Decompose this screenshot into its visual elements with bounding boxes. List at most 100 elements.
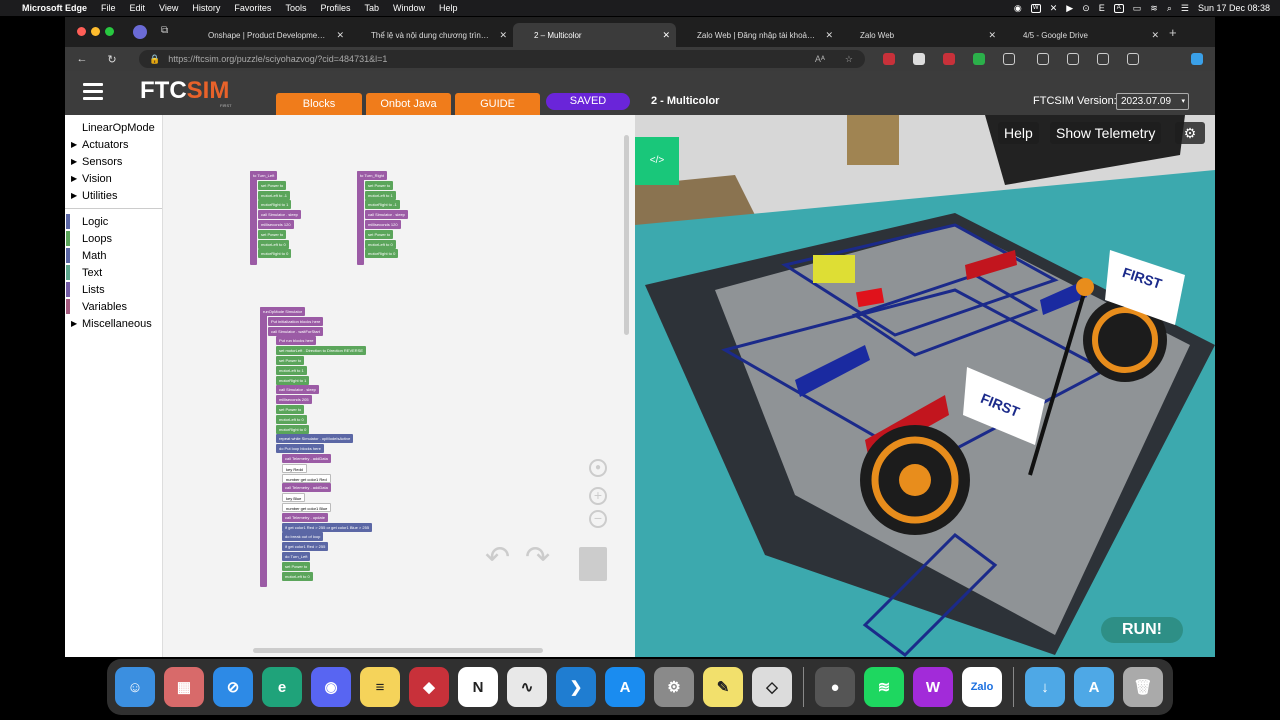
toolbox-category-actuators[interactable]: ▶ Actuators xyxy=(65,136,162,153)
workspace-hscrollbar[interactable] xyxy=(253,648,543,653)
roblox-icon[interactable]: ◇ xyxy=(752,667,792,707)
edge-icon[interactable]: e xyxy=(262,667,302,707)
app-w-icon[interactable]: W xyxy=(913,667,953,707)
discord-icon[interactable]: ◉ xyxy=(311,667,351,707)
toolbox-category-math[interactable]: Math xyxy=(65,247,162,264)
trash-icon[interactable]: 🗑 xyxy=(1123,667,1163,707)
code-block[interactable]: to Turn_Right xyxy=(357,171,388,180)
code-block[interactable]: Put initialization blocks here xyxy=(268,316,324,326)
code-block[interactable]: if get color1 Red > 255 xyxy=(282,542,329,552)
code-block[interactable]: do Put loop blocks here xyxy=(276,444,324,454)
search-icon[interactable]: ⌕ xyxy=(1167,3,1172,14)
settings-icon[interactable]: ⚙ xyxy=(654,667,694,707)
help-button[interactable]: Help xyxy=(998,122,1039,144)
tab-zalo-login[interactable]: Zalo Web | Đăng nhập tài khoả… ✕ xyxy=(676,23,839,47)
back-icon[interactable]: ← xyxy=(71,53,93,65)
code-block[interactable]: motorLeft to 0 xyxy=(276,414,307,424)
pdf-icon[interactable]: ◆ xyxy=(409,667,449,707)
apps-folder-icon[interactable]: A xyxy=(1074,667,1114,707)
launchpad-icon[interactable]: ▦ xyxy=(164,667,204,707)
menu-edit[interactable]: Edit xyxy=(130,3,146,13)
code-block[interactable]: motorLeft to 1 xyxy=(365,190,396,200)
code-block[interactable]: runOpMode Simulator xyxy=(260,307,306,316)
code-block[interactable]: call Simulator . sleep xyxy=(276,385,319,395)
tab-onshape[interactable]: Onshape | Product Developme… ✕ xyxy=(187,23,350,47)
menu-tools[interactable]: Tools xyxy=(285,3,306,13)
finder-icon[interactable]: ☺ xyxy=(115,667,155,707)
toolbox-category-logic[interactable]: Logic xyxy=(65,213,162,230)
code-block[interactable]: number get color1 Red xyxy=(282,473,331,483)
workspace-scrollbar[interactable] xyxy=(624,135,629,335)
w-icon[interactable]: W xyxy=(1030,3,1041,13)
tab-blocks[interactable]: Blocks xyxy=(276,93,362,115)
menu-file[interactable]: File xyxy=(101,3,116,13)
expand-arrow-icon[interactable]: ▶ xyxy=(71,191,77,200)
favorite-star-icon[interactable]: ☆ xyxy=(845,54,853,65)
code-block[interactable]: if get color1 Red > 255 or get color1 Bl… xyxy=(282,522,373,532)
tab-google-drive[interactable]: 4/5 - Google Drive ✕ xyxy=(1002,23,1165,47)
input-source[interactable]: E xyxy=(1099,3,1105,13)
toolbox-category-variables[interactable]: Variables xyxy=(65,298,162,315)
code-block[interactable]: call Telemetry . update xyxy=(282,512,328,522)
zoom-in-icon[interactable]: + xyxy=(589,487,607,505)
new-tab-icon[interactable]: + xyxy=(1169,25,1177,40)
safari-icon[interactable]: ⊘ xyxy=(213,667,253,707)
code-block[interactable]: motorLeft to 0 xyxy=(365,239,396,249)
code-block[interactable]: call Telemetry . addData xyxy=(282,483,331,493)
tab-guide[interactable]: GUIDE xyxy=(455,93,540,115)
zoom-window-icon[interactable] xyxy=(105,27,114,36)
code-block[interactable]: set Power to xyxy=(258,229,287,239)
code-block[interactable]: do break out of loop xyxy=(282,532,324,542)
code-block[interactable]: number get color1 Blue xyxy=(282,503,332,512)
spotify-icon[interactable]: ≋ xyxy=(864,667,904,707)
keyboard-icon[interactable]: A xyxy=(1113,3,1124,13)
menu-tab[interactable]: Tab xyxy=(364,3,379,13)
code-block[interactable]: milliseconds 205 xyxy=(276,395,312,405)
code-block[interactable]: call Telemetry . addData xyxy=(282,454,331,463)
center-target-icon[interactable]: ● xyxy=(589,459,607,477)
extension-icon[interactable] xyxy=(973,53,985,65)
code-block[interactable]: set Power to xyxy=(365,180,394,190)
trash-icon[interactable] xyxy=(579,547,607,581)
clock[interactable]: Sun 17 Dec 08:38 xyxy=(1198,3,1270,13)
show-telemetry-button[interactable]: Show Telemetry xyxy=(1050,122,1162,144)
expand-arrow-icon[interactable]: ▶ xyxy=(71,174,77,183)
notion-icon[interactable]: N xyxy=(458,667,498,707)
code-block[interactable]: repeat while Simulator . opModeIsActive xyxy=(276,434,354,444)
tab-rules[interactable]: Thể lệ và nội dung chương trìn… ✕ xyxy=(350,23,513,47)
freeform-icon[interactable]: ∿ xyxy=(507,667,547,707)
close-window-icon[interactable] xyxy=(77,27,86,36)
expand-arrow-icon[interactable]: ▶ xyxy=(71,157,77,166)
close-tab-icon[interactable]: ✕ xyxy=(662,30,670,41)
run-button[interactable]: RUN! xyxy=(1101,617,1183,643)
code-block[interactable]: set Power to xyxy=(365,229,394,239)
wifi-icon[interactable]: ≋ xyxy=(1150,3,1158,14)
menu-profiles[interactable]: Profiles xyxy=(320,3,350,13)
menu-history[interactable]: History xyxy=(192,3,220,13)
zoom-out-icon[interactable]: − xyxy=(589,510,607,528)
tab-onbot-java[interactable]: Onbot Java xyxy=(366,93,451,115)
code-block[interactable]: set motorLeft . Direction to Direction R… xyxy=(276,346,367,356)
code-block[interactable]: key Redd xyxy=(282,463,307,473)
minimize-window-icon[interactable] xyxy=(91,27,100,36)
expand-arrow-icon[interactable]: ▶ xyxy=(71,319,77,328)
saved-button[interactable]: SAVED xyxy=(546,93,630,110)
copilot-icon[interactable] xyxy=(1191,53,1203,65)
code-block[interactable]: milliseconds 120 xyxy=(365,220,401,229)
profile-avatar[interactable] xyxy=(133,25,147,39)
code-block[interactable]: call Simulator . sleep xyxy=(365,210,408,220)
undo-icon[interactable]: ↶ xyxy=(485,540,510,575)
notes-icon[interactable]: ≡ xyxy=(360,667,400,707)
collections-icon[interactable] xyxy=(1097,53,1109,65)
menu-help[interactable]: Help xyxy=(439,3,458,13)
vscode-icon[interactable]: ❯ xyxy=(556,667,596,707)
code-block[interactable]: motorLeft to 0 xyxy=(258,239,289,249)
code-toggle-icon[interactable]: </> xyxy=(635,137,679,185)
menu-favorites[interactable]: Favorites xyxy=(234,3,271,13)
code-block[interactable]: motorRight to -1 xyxy=(365,200,400,210)
toolbox-category-text[interactable]: Text xyxy=(65,264,162,281)
close-tab-icon[interactable]: ✕ xyxy=(336,30,344,41)
menu-view[interactable]: View xyxy=(159,3,178,13)
zalo-icon[interactable]: Zalo xyxy=(962,667,1002,707)
split-screen-icon[interactable] xyxy=(1037,53,1049,65)
